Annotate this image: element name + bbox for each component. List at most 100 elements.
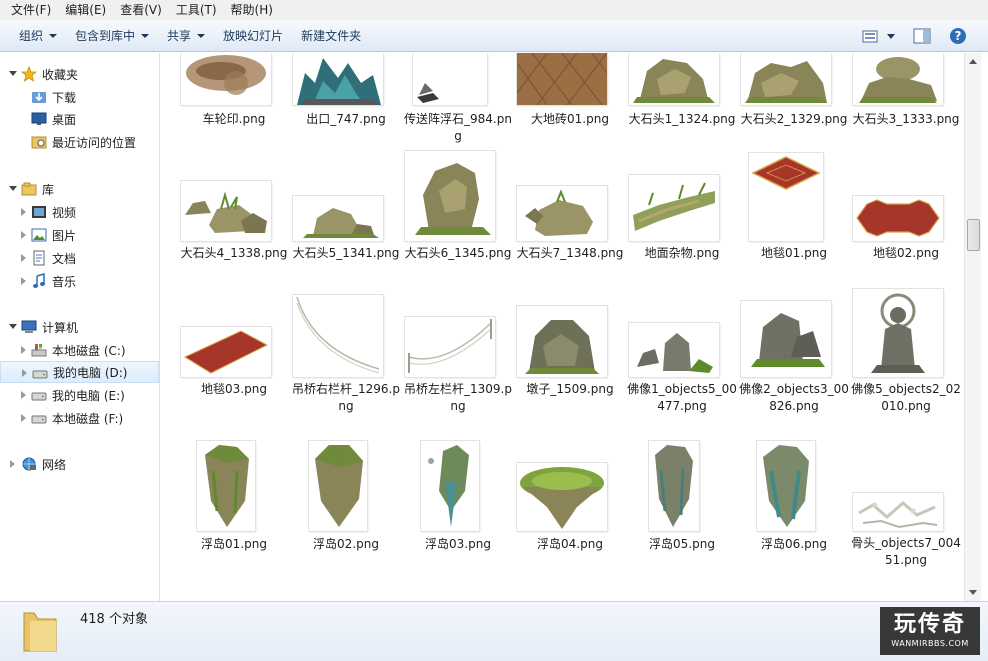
file-thumbnail — [517, 306, 607, 377]
statue-thumbnail — [871, 293, 925, 373]
nav-documents-label: 文档 — [52, 251, 77, 266]
floating-island-thumbnail — [315, 445, 363, 527]
expand-arrow-icon[interactable] — [21, 391, 26, 399]
nav-network[interactable]: 网络 — [0, 453, 159, 475]
floating-island-thumbnail — [428, 445, 469, 527]
preview-pane-button[interactable] — [910, 24, 934, 48]
file-thumbnail — [181, 53, 271, 105]
file-thumbnail — [853, 196, 943, 241]
expand-arrow-icon[interactable] — [22, 369, 27, 377]
nav-downloads[interactable]: 下载 — [0, 86, 159, 108]
view-options-button[interactable] — [858, 24, 898, 48]
expand-arrow-icon[interactable] — [21, 231, 26, 239]
nav-desktop[interactable]: 桌面 — [0, 108, 159, 130]
nav-favorites[interactable]: 收藏夹 — [0, 63, 159, 85]
file-name: 大石头6_1345.png — [404, 246, 512, 260]
nav-pictures[interactable]: 图片 — [0, 224, 159, 246]
file-grid: 车轮印.png 出口_747.png 传送阵浮石_984.png 大地砖01.p… — [161, 53, 964, 601]
floating-stone-thumbnail — [417, 83, 439, 103]
menu-edit[interactable]: 编辑(E) — [58, 0, 113, 20]
system-drive-icon — [31, 344, 47, 357]
help-button[interactable]: ? — [946, 24, 970, 48]
collapse-arrow-icon[interactable] — [9, 186, 17, 191]
nav-videos-label: 视频 — [52, 205, 77, 220]
menu-help[interactable]: 帮助(H) — [224, 0, 280, 20]
library-icon — [21, 182, 37, 196]
nav-downloads-label: 下载 — [52, 90, 77, 105]
folder-icon — [23, 612, 57, 652]
scroll-up-icon[interactable] — [969, 59, 977, 64]
file-name: 佛像2_objects3_00826.png — [739, 382, 849, 413]
navigation-pane: 收藏夹 下载 桌面 最近访问的位置 库 视频 图片 文档 音乐 计算机 本地磁盘… — [0, 53, 160, 601]
expand-arrow-icon[interactable] — [10, 460, 15, 468]
nav-drive-d[interactable]: 我的电脑 (D:) — [0, 361, 159, 383]
file-thumbnail — [197, 441, 255, 531]
nav-computer[interactable]: 计算机 — [0, 316, 159, 338]
nav-music-label: 音乐 — [52, 274, 77, 289]
nav-music[interactable]: 音乐 — [0, 270, 159, 292]
file-name: 地毯01.png — [761, 246, 827, 260]
file-thumbnail — [293, 196, 383, 241]
rock-thumbnail — [525, 189, 593, 236]
menu-file[interactable]: 文件(F) — [4, 0, 58, 20]
recent-places-icon — [31, 136, 47, 149]
expand-arrow-icon[interactable] — [21, 414, 26, 422]
collapse-arrow-icon[interactable] — [9, 71, 17, 76]
share-button[interactable]: 共享 — [158, 24, 214, 48]
file-name: 浮岛03.png — [425, 537, 491, 551]
file-name: 大石头7_1348.png — [516, 246, 624, 260]
carpet-thumbnail — [856, 199, 940, 237]
svg-text:?: ? — [955, 29, 962, 43]
tracks-thumbnail — [186, 55, 266, 95]
file-name: 浮岛02.png — [313, 537, 379, 551]
star-icon — [21, 66, 37, 82]
expand-arrow-icon[interactable] — [21, 208, 26, 216]
file-name: 浮岛06.png — [761, 537, 827, 551]
expand-arrow-icon[interactable] — [21, 254, 26, 262]
file-name: 大石头2_1329.png — [740, 112, 848, 126]
details-pane: 418 个对象 — [0, 601, 988, 661]
nav-drive-f[interactable]: 本地磁盘 (F:) — [0, 407, 159, 429]
collapse-arrow-icon[interactable] — [9, 324, 17, 329]
nav-documents[interactable]: 文档 — [0, 247, 159, 269]
file-thumbnail — [293, 53, 383, 105]
organize-label: 组织 — [19, 29, 44, 43]
pier-thumbnail — [525, 320, 599, 374]
file-thumbnail — [741, 301, 831, 377]
downloads-folder-icon — [32, 92, 46, 103]
scrollbar-thumb[interactable] — [967, 219, 980, 251]
nav-drive-e[interactable]: 我的电脑 (E:) — [0, 384, 159, 406]
share-label: 共享 — [167, 29, 192, 43]
file-name: 佛像1_objects5_00477.png — [627, 382, 737, 413]
nav-videos[interactable]: 视频 — [0, 201, 159, 223]
file-name: 浮岛05.png — [649, 537, 715, 551]
file-name: 大石头5_1341.png — [292, 246, 400, 260]
video-library-icon — [32, 206, 46, 218]
vertical-scrollbar[interactable] — [964, 53, 981, 601]
slideshow-label: 放映幻灯片 — [223, 29, 284, 43]
nav-libraries[interactable]: 库 — [0, 178, 159, 200]
include-in-library-button[interactable]: 包含到库中 — [66, 24, 158, 48]
file-thumbnail — [649, 441, 699, 531]
file-name: 吊桥左栏杆_1309.png — [404, 382, 512, 413]
menu-view[interactable]: 查看(V) — [113, 0, 169, 20]
file-thumbnail — [309, 441, 367, 531]
expand-arrow-icon[interactable] — [21, 277, 26, 285]
new-folder-label: 新建文件夹 — [301, 29, 362, 43]
rock-thumbnail — [633, 59, 715, 103]
menu-tools[interactable]: 工具(T) — [169, 0, 224, 20]
file-name: 大地砖01.png — [531, 112, 609, 126]
nav-drive-f-label: 本地磁盘 (F:) — [52, 411, 124, 426]
expand-arrow-icon[interactable] — [21, 346, 26, 354]
nav-drive-d-label: 我的电脑 (D:) — [53, 365, 128, 380]
new-folder-button[interactable]: 新建文件夹 — [292, 24, 370, 48]
rope-thumbnail — [296, 296, 380, 374]
nav-drive-c[interactable]: 本地磁盘 (C:) — [0, 339, 159, 361]
slideshow-button[interactable]: 放映幻灯片 — [214, 24, 292, 48]
floating-island-thumbnail — [205, 445, 249, 527]
nav-recent[interactable]: 最近访问的位置 — [0, 131, 159, 153]
scroll-down-icon[interactable] — [969, 590, 977, 595]
organize-button[interactable]: 组织 — [10, 24, 66, 48]
file-thumbnail — [853, 289, 943, 377]
computer-icon — [21, 320, 37, 333]
